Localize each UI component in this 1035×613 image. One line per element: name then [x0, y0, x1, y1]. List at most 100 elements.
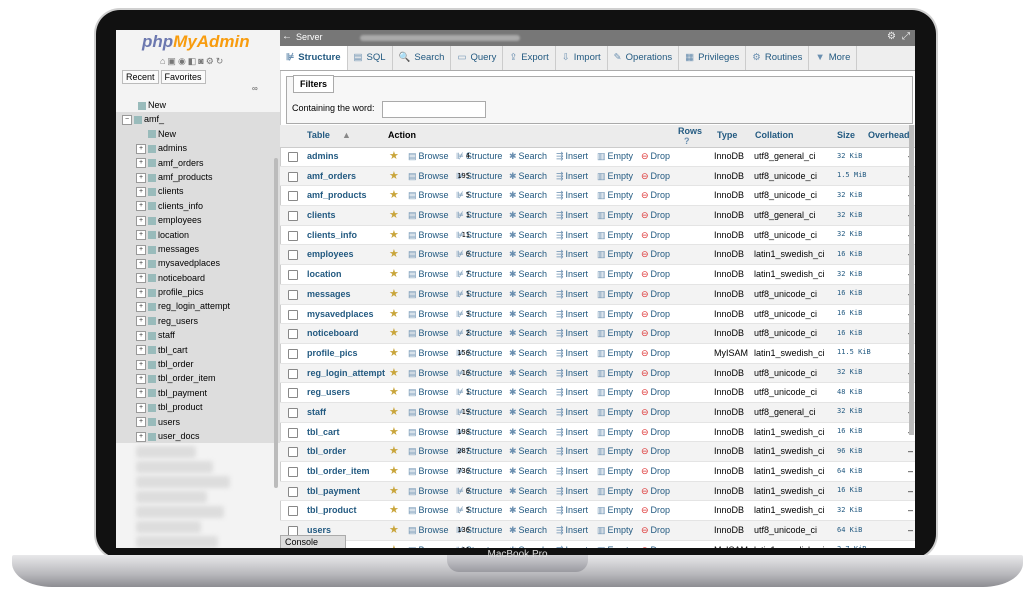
search-action[interactable]: ✱Search [509, 423, 547, 442]
insert-action[interactable]: ⇶Insert [556, 364, 588, 383]
favorite-star-icon[interactable]: ★ [389, 423, 399, 442]
empty-action[interactable]: ▥Empty [597, 521, 633, 540]
table-size[interactable]: 32 KiB [837, 206, 862, 224]
table-name-link[interactable]: reg_users [307, 383, 350, 402]
favorite-star-icon[interactable]: ★ [389, 383, 399, 402]
insert-action[interactable]: ⇶Insert [556, 521, 588, 540]
insert-action[interactable]: ⇶Insert [556, 186, 588, 205]
help-icon[interactable]: ? [684, 136, 690, 146]
tree-table-employees[interactable]: + employees [116, 213, 280, 228]
browse-action[interactable]: ▤Browse [408, 186, 449, 205]
tree-table-noticeboard[interactable]: + noticeboard [116, 270, 280, 286]
tab-structure[interactable]: ⊯ Structure [280, 46, 348, 70]
browse-action[interactable]: ▤Browse [408, 226, 449, 245]
favorite-star-icon[interactable]: ★ [389, 442, 399, 461]
table-size[interactable]: 16 KiB [837, 423, 862, 441]
expand-icon[interactable]: + [136, 287, 146, 298]
drop-action[interactable]: ⊖Drop [641, 265, 670, 284]
browse-action[interactable]: ▤Browse [408, 423, 449, 442]
row-checkbox[interactable] [288, 309, 298, 320]
favorite-star-icon[interactable]: ★ [389, 324, 399, 343]
collapse-icon[interactable]: − [122, 115, 132, 126]
tree-table-location[interactable]: + location [116, 227, 280, 242]
drop-action[interactable]: ⊖Drop [641, 521, 670, 540]
browse-action[interactable]: ▤Browse [408, 344, 449, 363]
expand-icon[interactable]: + [136, 302, 146, 313]
empty-action[interactable]: ▥Empty [597, 541, 633, 548]
tree-table-users[interactable]: + users [116, 414, 280, 429]
tab-export[interactable]: ⇪ Export [503, 46, 556, 70]
drop-action[interactable]: ⊖Drop [641, 245, 670, 264]
table-size[interactable]: 32 KiB [837, 403, 862, 421]
drop-action[interactable]: ⊖Drop [641, 541, 670, 548]
tree-table-admins[interactable]: + admins [116, 141, 280, 156]
tree-database[interactable]: − amf_ [116, 112, 280, 127]
table-size[interactable]: 16 KiB [837, 482, 862, 500]
table-size[interactable]: 64 KiB [837, 462, 862, 480]
row-checkbox[interactable] [288, 289, 298, 300]
expand-icon[interactable]: + [136, 244, 146, 255]
favorite-star-icon[interactable]: ★ [389, 305, 399, 324]
table-name-link[interactable]: tbl_product [307, 501, 357, 520]
empty-action[interactable]: ▥Empty [597, 344, 633, 363]
favorite-star-icon[interactable]: ★ [389, 167, 399, 186]
drop-action[interactable]: ⊖Drop [641, 501, 670, 520]
tree-table-messages[interactable]: + messages [116, 241, 280, 257]
search-action[interactable]: ✱Search [509, 265, 547, 284]
favorite-star-icon[interactable]: ★ [389, 186, 399, 205]
browse-action[interactable]: ▤Browse [408, 383, 449, 402]
insert-action[interactable]: ⇶Insert [556, 245, 588, 264]
favorite-star-icon[interactable]: ★ [389, 462, 399, 481]
browse-action[interactable]: ▤Browse [408, 364, 449, 383]
expand-icon[interactable]: + [136, 158, 146, 169]
table-size[interactable]: 2.7 KiB [837, 541, 867, 548]
collapse-icon[interactable]: ⤢ [902, 31, 910, 42]
tree-table-reg_login_attempt[interactable]: + reg_login_attempt [116, 299, 280, 314]
row-checkbox[interactable] [288, 191, 298, 202]
row-checkbox[interactable] [288, 348, 298, 359]
empty-action[interactable]: ▥Empty [597, 226, 633, 245]
favorite-star-icon[interactable]: ★ [389, 226, 399, 245]
table-name-link[interactable]: amf_products [307, 186, 367, 205]
browse-action[interactable]: ▤Browse [408, 541, 449, 548]
search-action[interactable]: ✱Search [509, 305, 547, 324]
tab-sql[interactable]: ▤ SQL [348, 46, 393, 70]
structure-action[interactable]: ⊯Structure [456, 147, 502, 166]
table-name-link[interactable]: clients [307, 206, 336, 225]
search-action[interactable]: ✱Search [509, 245, 547, 264]
drop-action[interactable]: ⊖Drop [641, 383, 670, 402]
insert-action[interactable]: ⇶Insert [556, 482, 588, 501]
col-size[interactable]: Size [837, 130, 855, 140]
row-checkbox[interactable] [288, 329, 298, 340]
empty-action[interactable]: ▥Empty [597, 206, 633, 225]
row-checkbox[interactable] [288, 250, 298, 261]
sidebar-scrollbar[interactable] [274, 158, 278, 488]
browse-action[interactable]: ▤Browse [408, 521, 449, 540]
drop-action[interactable]: ⊖Drop [641, 482, 670, 501]
empty-action[interactable]: ▥Empty [597, 167, 633, 186]
empty-action[interactable]: ▥Empty [597, 324, 633, 343]
browse-action[interactable]: ▤Browse [408, 482, 449, 501]
table-name-link[interactable]: tbl_order_item [307, 462, 370, 481]
row-checkbox[interactable] [288, 152, 298, 162]
col-type[interactable]: Type [717, 130, 737, 140]
insert-action[interactable]: ⇶Insert [556, 265, 588, 284]
table-size[interactable]: 16 KiB [837, 245, 862, 263]
favorite-star-icon[interactable]: ★ [389, 521, 399, 540]
structure-action[interactable]: ⊯Structure [456, 265, 502, 284]
structure-action[interactable]: ⊯Structure [456, 324, 502, 343]
favorite-star-icon[interactable]: ★ [389, 344, 399, 363]
redacted-database[interactable] [136, 446, 196, 459]
structure-action[interactable]: ⊯Structure [456, 245, 502, 264]
search-action[interactable]: ✱Search [509, 521, 547, 540]
empty-action[interactable]: ▥Empty [597, 265, 633, 284]
expand-icon[interactable]: + [136, 172, 146, 183]
table-name-link[interactable]: tbl_order [307, 442, 346, 461]
table-size[interactable]: 48 KiB [837, 383, 862, 401]
structure-action[interactable]: ⊯Structure [456, 206, 502, 225]
drop-action[interactable]: ⊖Drop [641, 186, 670, 205]
insert-action[interactable]: ⇶Insert [556, 206, 588, 225]
insert-action[interactable]: ⇶Insert [556, 324, 588, 343]
insert-action[interactable]: ⇶Insert [556, 344, 588, 363]
favorite-star-icon[interactable]: ★ [389, 501, 399, 520]
